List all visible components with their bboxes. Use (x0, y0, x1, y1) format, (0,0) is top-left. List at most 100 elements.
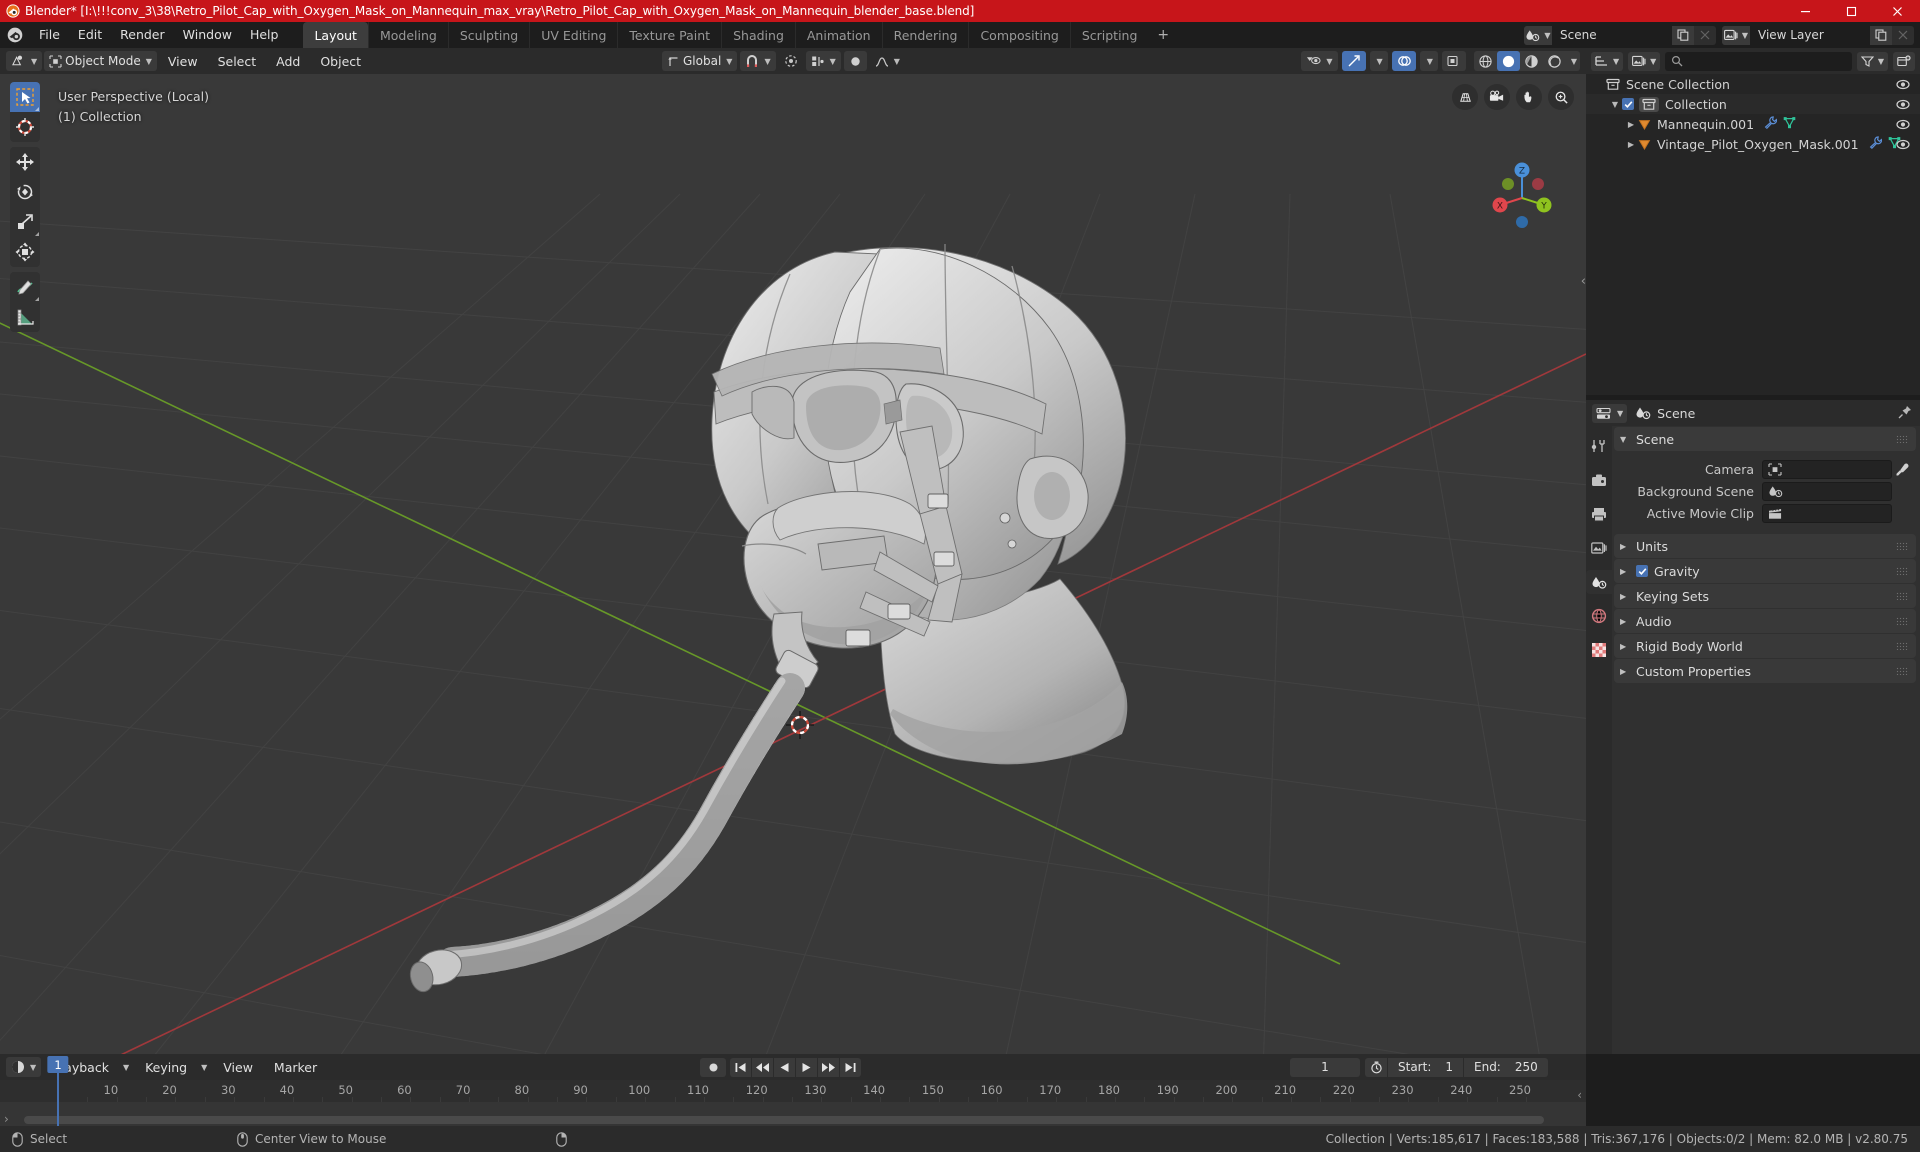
camera-field[interactable] (1762, 460, 1892, 479)
menu-window[interactable]: Window (174, 25, 241, 45)
outliner-search-input[interactable] (1665, 51, 1852, 71)
start-frame-field[interactable]: Start: 1 (1387, 1057, 1463, 1077)
modifier-wrench-icon[interactable] (1764, 116, 1778, 132)
panel-gravity-header[interactable]: ▶ Gravity (1614, 559, 1916, 583)
toggle-x-ray-button[interactable] (843, 51, 867, 71)
timeline-ruler[interactable]: 10 20 30 40 50 60 70 80 90 100 110 120 130 140 150 160 1… (0, 1080, 1586, 1102)
panel-scene-header[interactable]: ▼ Scene (1614, 427, 1916, 451)
outliner-filter-button[interactable]: ▼ (1856, 51, 1888, 71)
tab-layout[interactable]: Layout (303, 22, 368, 48)
viewport-menu-select[interactable]: Select (209, 52, 266, 71)
panel-rigid-body-world-header[interactable]: ▶ Rigid Body World (1614, 634, 1916, 658)
tab-modeling[interactable]: Modeling (367, 22, 448, 48)
tab-tool[interactable] (1586, 434, 1612, 458)
use-preview-range-icon[interactable] (1365, 1058, 1387, 1077)
panel-units-header[interactable]: ▶ Units (1614, 534, 1916, 558)
tab-texture-paint[interactable]: Texture Paint (617, 22, 721, 48)
viewport-menu-view[interactable]: View (159, 52, 207, 71)
tab-sculpting[interactable]: Sculpting (447, 22, 529, 48)
panel-keying-sets-header[interactable]: ▶ Keying Sets (1614, 584, 1916, 608)
outliner-row[interactable]: Scene Collection (1586, 74, 1920, 94)
timeline-horizontal-scrollbar[interactable] (24, 1116, 1544, 1124)
end-frame-field[interactable]: End: 250 (1463, 1057, 1548, 1077)
new-scene-button[interactable] (1672, 25, 1694, 45)
app-menu-icon[interactable] (0, 27, 30, 43)
zoom-view-icon[interactable] (1548, 84, 1574, 110)
properties-editor-type-selector[interactable]: ▼ (1592, 403, 1628, 423)
editor-type-selector[interactable]: ▼ (6, 51, 43, 71)
close-button[interactable] (1874, 0, 1920, 22)
timeline-menu-view[interactable]: View (214, 1058, 262, 1077)
tab-scripting[interactable]: Scripting (1069, 22, 1149, 48)
camera-view-icon[interactable] (1484, 84, 1510, 110)
visibility-eye-icon[interactable] (1896, 99, 1910, 110)
shading-rendered-button[interactable] (1543, 51, 1566, 71)
scene-name[interactable]: Scene (1552, 25, 1672, 45)
overlays-toggle-button[interactable] (1391, 51, 1416, 71)
visibility-eye-icon[interactable] (1896, 139, 1910, 150)
eyedropper-icon[interactable] (1892, 463, 1912, 477)
auto-keying-button[interactable] (700, 1057, 726, 1077)
outliner-row[interactable]: ▶ Vintage_Pilot_Oxygen_Mask.001 (1586, 134, 1920, 154)
outliner-row[interactable]: ▶ Mannequin.001 (1586, 114, 1920, 134)
menu-edit[interactable]: Edit (69, 25, 111, 45)
rotate-tool[interactable] (10, 177, 40, 207)
panel-custom-properties-header[interactable]: ▶ Custom Properties (1614, 659, 1916, 683)
toggle-xray-button[interactable] (1441, 51, 1466, 71)
playhead-frame-badge[interactable]: 1 (47, 1056, 69, 1073)
move-tool[interactable] (10, 147, 40, 177)
timeline-track-area[interactable] (0, 1102, 1586, 1126)
panel-audio-header[interactable]: ▶ Audio (1614, 609, 1916, 633)
delete-view-layer-button[interactable] (1892, 25, 1914, 45)
cursor-tool[interactable] (10, 112, 40, 142)
outliner-editor-type-selector[interactable]: ▼ (1591, 51, 1624, 71)
visibility-selector[interactable]: ▼ (1301, 51, 1338, 71)
object-mode-selector[interactable]: Object Mode ▼ (44, 51, 157, 71)
disclosure-closed-icon[interactable]: ▶ (1624, 120, 1638, 129)
play-button[interactable] (796, 1057, 817, 1077)
snapping-magnet-button[interactable]: ▼ (740, 51, 776, 71)
timeline-editor-type-selector[interactable]: ▼ (6, 1057, 42, 1077)
tab-compositing[interactable]: Compositing (968, 22, 1069, 48)
jump-keyframe-forward-button[interactable] (818, 1057, 839, 1077)
transform-orientation-selector[interactable]: Global ▼ (662, 51, 738, 71)
view-layer-datablock[interactable]: ▼ View Layer (1722, 25, 1914, 45)
new-view-layer-button[interactable] (1870, 25, 1892, 45)
timeline-menu-keying[interactable]: Keying (136, 1058, 196, 1077)
visibility-eye-icon[interactable] (1896, 79, 1910, 90)
gizmo-options-selector[interactable]: ▼ (1369, 51, 1388, 71)
tab-render[interactable] (1586, 468, 1612, 492)
tab-scene[interactable] (1586, 570, 1612, 594)
gizmo-toggle-button[interactable] (1341, 51, 1366, 71)
tab-animation[interactable]: Animation (794, 22, 882, 48)
tab-uv-editing[interactable]: UV Editing (529, 22, 617, 48)
annotate-tool[interactable] (10, 272, 40, 302)
menu-help[interactable]: Help (241, 25, 288, 45)
jump-keyframe-back-button[interactable] (752, 1057, 773, 1077)
scene-datablock[interactable]: ▼ Scene (1524, 25, 1716, 45)
menu-render[interactable]: Render (111, 25, 174, 45)
visibility-eye-icon[interactable] (1896, 119, 1910, 130)
axis-gizmo[interactable]: Z X Y (1484, 160, 1560, 236)
overlays-options-selector[interactable]: ▼ (1419, 51, 1438, 71)
outliner-new-collection-button[interactable] (1893, 51, 1915, 71)
mesh-data-icon[interactable] (1783, 116, 1796, 132)
outliner-display-mode-selector[interactable]: ▼ (1628, 51, 1661, 71)
pin-id-button[interactable] (1898, 404, 1912, 423)
menu-file[interactable]: File (30, 25, 69, 45)
current-frame-field[interactable]: 1 (1290, 1057, 1360, 1077)
add-workspace-button[interactable]: + (1148, 23, 1178, 47)
maximize-button[interactable] (1828, 0, 1874, 22)
timeline-left-expand-arrow[interactable]: › (4, 1112, 9, 1126)
viewport-menu-add[interactable]: Add (267, 52, 309, 71)
shading-wireframe-button[interactable] (1474, 51, 1497, 71)
tab-rendering[interactable]: Rendering (881, 22, 969, 48)
tab-shading[interactable]: Shading (721, 22, 795, 48)
view-layer-name[interactable]: View Layer (1750, 25, 1870, 45)
collection-checkbox[interactable] (1622, 98, 1634, 110)
tab-view-layer[interactable] (1586, 536, 1612, 560)
scale-tool[interactable] (10, 207, 40, 237)
shading-solid-button[interactable] (1496, 51, 1520, 71)
pivot-point-selector[interactable]: ▼ (805, 51, 841, 71)
select-box-tool[interactable] (10, 82, 40, 112)
